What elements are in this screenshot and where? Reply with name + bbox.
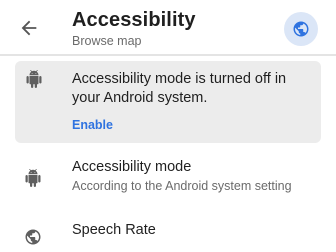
notice-message: Accessibility mode is turned off in your… (72, 71, 287, 106)
globe-icon (25, 229, 41, 245)
globe-icon (293, 21, 309, 37)
header-divider (0, 54, 336, 56)
setting-title: Speech Rate (72, 222, 156, 238)
globe-button[interactable] (284, 12, 318, 46)
setting-title: Accessibility mode (72, 159, 192, 175)
top-app-bar: Accessibility Browse map (0, 0, 336, 54)
setting-speech-rate[interactable]: Speech Rate (0, 214, 336, 252)
setting-subtitle: According to the Android system setting (72, 179, 292, 193)
enable-button[interactable]: Enable (72, 118, 113, 132)
arrow-back-icon[interactable] (18, 17, 40, 39)
android-icon (26, 70, 42, 88)
page-title: Accessibility (72, 9, 196, 31)
page-subtitle: Browse map (72, 34, 142, 48)
android-icon (25, 169, 41, 187)
setting-accessibility-mode[interactable]: Accessibility mode According to the Andr… (0, 150, 336, 202)
system-notice-card: Accessibility mode is turned off in your… (15, 61, 321, 143)
